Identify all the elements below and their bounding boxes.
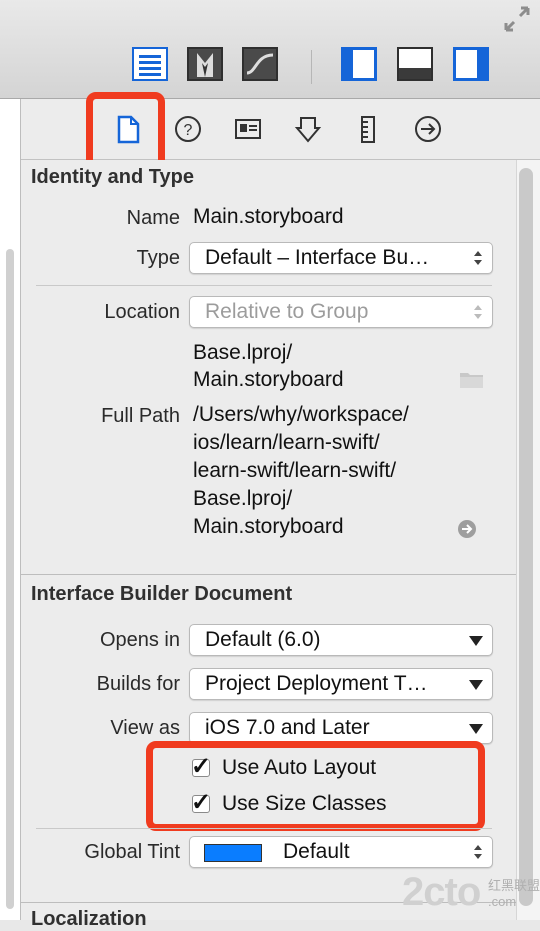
attributes-inspector-icon[interactable] — [293, 114, 323, 144]
opens-in-value: Default (6.0) — [205, 628, 321, 651]
identity-inspector-icon[interactable] — [233, 114, 263, 144]
connections-inspector-icon[interactable] — [413, 114, 443, 144]
builds-for-popup[interactable]: Project Deployment T… — [189, 668, 493, 700]
opens-in-label: Opens in — [99, 629, 180, 651]
name-label: Name — [126, 207, 180, 229]
up-down-arrow-icon — [474, 845, 482, 859]
location-popup[interactable]: Relative to Group — [189, 296, 493, 328]
full-path-label: Full Path — [101, 405, 180, 427]
global-tint-label: Global Tint — [84, 841, 180, 863]
list-view-icon[interactable] — [132, 47, 168, 81]
global-tint-popup[interactable]: Default — [189, 836, 493, 868]
reveal-in-finder-icon[interactable] — [456, 518, 478, 540]
divider — [36, 828, 492, 829]
bottom-panel-icon[interactable] — [397, 47, 433, 81]
view-as-popup[interactable]: iOS 7.0 and Later — [189, 712, 493, 744]
location-value: Relative to Group — [205, 300, 369, 323]
location-path-line-2: Main.storyboard — [193, 368, 344, 391]
watermark-suffix: 红黑联盟 .com — [488, 878, 540, 909]
quick-help-icon[interactable]: ? — [173, 114, 203, 144]
full-path-line-2: ios/learn/learn-swift/ — [193, 431, 380, 454]
full-path-line-5: Main.storyboard — [193, 515, 344, 538]
up-down-arrow-icon — [474, 251, 482, 265]
folder-icon[interactable] — [459, 369, 485, 389]
right-panel-icon[interactable] — [453, 47, 489, 81]
watermark: 2cto — [402, 870, 481, 914]
file-inspector-highlight — [86, 92, 165, 170]
toolbar — [0, 0, 540, 99]
location-label: Location — [104, 301, 180, 323]
scrollbar-thumb[interactable] — [519, 168, 533, 906]
size-inspector-icon[interactable] — [353, 114, 383, 144]
name-value[interactable]: Main.storyboard — [193, 205, 344, 229]
chevron-down-icon — [469, 636, 483, 646]
full-path-line-4: Base.lproj/ — [193, 487, 293, 510]
full-path-line-1: /Users/why/workspace/ — [193, 403, 409, 426]
builds-for-label: Builds for — [96, 673, 180, 695]
global-tint-value: Default — [283, 840, 350, 863]
builds-for-value: Project Deployment T… — [205, 672, 428, 695]
editor-edge — [0, 99, 21, 920]
curve-icon[interactable] — [242, 47, 278, 81]
chevron-down-icon — [469, 724, 483, 734]
full-path-line-3: learn-swift/learn-swift/ — [193, 459, 397, 482]
checkbox-highlight — [146, 741, 485, 831]
opens-in-popup[interactable]: Default (6.0) — [189, 624, 493, 656]
view-as-value: iOS 7.0 and Later — [205, 716, 370, 739]
type-value: Default – Interface Bu… — [205, 246, 430, 269]
svg-text:?: ? — [184, 122, 193, 139]
expand-icon[interactable] — [502, 4, 532, 34]
chevron-down-icon — [469, 680, 483, 690]
divider — [36, 285, 492, 286]
ib-document-section-title: Interface Builder Document — [31, 583, 293, 605]
tuxedo-icon[interactable] — [187, 47, 223, 81]
identity-section-title: Identity and Type — [31, 166, 194, 188]
type-popup[interactable]: Default – Interface Bu… — [189, 242, 493, 274]
tint-swatch — [204, 844, 262, 862]
up-down-arrow-icon — [474, 305, 482, 319]
left-panel-icon[interactable] — [341, 47, 377, 81]
section-divider — [21, 574, 516, 575]
location-path-line-1: Base.lproj/ — [193, 341, 293, 364]
type-label: Type — [136, 247, 180, 269]
view-as-label: View as — [110, 717, 180, 739]
